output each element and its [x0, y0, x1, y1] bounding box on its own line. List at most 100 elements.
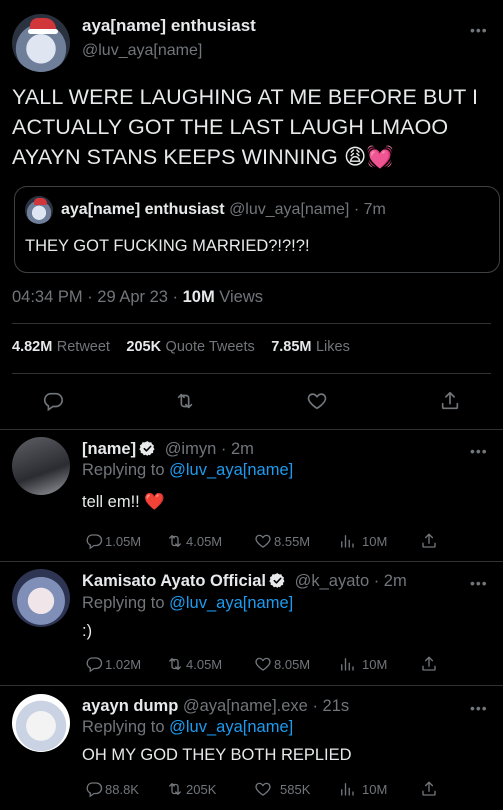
retweet-action[interactable]: 205K [166, 780, 216, 798]
view-count: 10M [362, 533, 388, 549]
reply-display-name[interactable]: [name] [82, 440, 136, 458]
divider [0, 561, 503, 562]
retweet-icon [166, 655, 184, 673]
retweet-count: 205K [186, 781, 217, 797]
replying-to: Replying to @luv_aya[name] [82, 461, 293, 480]
reply-action[interactable]: 1.05M [85, 532, 141, 550]
share-icon[interactable] [439, 390, 461, 417]
quotes-count[interactable]: 205K [126, 339, 161, 355]
reply-action[interactable]: 88.8K [85, 780, 139, 798]
reply-icon[interactable] [42, 390, 64, 417]
tweet-text: YALL WERE LAUGHING AT ME BEFORE BUT I AC… [12, 82, 498, 172]
share-icon [420, 655, 438, 673]
divider [12, 323, 491, 324]
divider [0, 685, 503, 686]
quoted-text: THEY GOT FUCKING MARRIED?!?!?! [25, 237, 310, 255]
author-handle[interactable]: @luv_aya[name] [82, 42, 202, 60]
more-options-icon[interactable]: ••• [470, 443, 488, 459]
quoted-display-name: aya[name] enthusiast [61, 201, 225, 218]
share-action[interactable] [420, 532, 440, 550]
reply-count: 1.02M [105, 656, 142, 672]
likes-label[interactable]: Likes [316, 339, 350, 355]
more-options-icon[interactable]: ••• [470, 22, 488, 38]
reply-text: :) [82, 622, 93, 640]
reply-time: · 21s [307, 697, 350, 715]
quoted-author-avatar [25, 196, 53, 224]
author-display-name[interactable]: aya[name] enthusiast [82, 16, 256, 36]
quoted-handle: @luv_aya[name] [229, 201, 350, 218]
replying-to: Replying to @luv_aya[name] [82, 718, 293, 737]
retweet-icon[interactable] [174, 390, 196, 417]
author-avatar[interactable] [12, 14, 70, 72]
divider [12, 373, 491, 374]
replying-to-link[interactable]: @luv_aya[name] [169, 718, 293, 736]
replying-to: Replying to @luv_aya[name] [82, 594, 293, 613]
views-icon [338, 780, 356, 798]
like-action[interactable]: 8.55M [254, 532, 310, 550]
tweet-timestamp[interactable]: 04:34 PM · 29 Apr 23 · [12, 288, 183, 306]
reply-avatar[interactable] [12, 437, 70, 495]
views-action[interactable]: 10M [338, 655, 387, 673]
quotes-label[interactable]: Quote Tweets [166, 339, 255, 355]
reply-time: · 2m [216, 440, 254, 458]
views-action[interactable]: 10M [338, 532, 387, 550]
reply-avatar[interactable] [12, 694, 70, 752]
views-label: Views [214, 288, 264, 306]
replying-prefix: Replying to [82, 718, 170, 736]
share-action[interactable] [420, 780, 440, 798]
like-count: 8.05M [274, 656, 311, 672]
retweet-icon [166, 532, 184, 550]
reply-time: · 2m [369, 572, 407, 590]
like-icon[interactable] [306, 390, 328, 417]
view-count: 10M [362, 781, 388, 797]
reply-count: 88.8K [105, 781, 139, 797]
replying-to-link[interactable]: @luv_aya[name] [169, 461, 293, 479]
views-action[interactable]: 10M [338, 780, 387, 798]
tweet-emoji: 😩💓 [343, 145, 394, 169]
share-icon [420, 780, 438, 798]
views-icon [338, 655, 356, 673]
like-action[interactable]: 585K [254, 780, 310, 798]
like-count: 8.55M [274, 533, 311, 549]
reply-handle[interactable]: @aya[name].exe [183, 697, 308, 715]
reply-handle[interactable]: @k_ayato [295, 572, 370, 590]
view-count: 10M [362, 656, 388, 672]
retweets-label[interactable]: Retweet [57, 339, 110, 355]
reply-avatar[interactable] [12, 569, 70, 627]
reply-text: tell em!! ❤️ [82, 493, 165, 511]
like-icon [254, 655, 272, 673]
reply-display-name[interactable]: ayayn dump [82, 697, 178, 715]
reply-count: 1.05M [105, 533, 142, 549]
more-options-icon[interactable]: ••• [470, 700, 488, 716]
retweet-action[interactable]: 4.05M [166, 532, 222, 550]
retweets-count[interactable]: 4.82M [12, 339, 52, 355]
reply-handle[interactable]: @imyn [165, 440, 217, 458]
reply-display-name[interactable]: Kamisato Ayato Official [82, 572, 266, 590]
share-action[interactable] [420, 655, 440, 673]
more-options-icon[interactable]: ••• [470, 575, 488, 591]
quoted-header: aya[name] enthusiast @luv_aya[name] · 7m [61, 201, 386, 219]
likes-count[interactable]: 7.85M [271, 339, 311, 355]
reply-header: ayayn dump @aya[name].exe · 21s [82, 697, 349, 716]
reply-action[interactable]: 1.02M [85, 655, 141, 673]
views-icon [338, 532, 356, 550]
replying-to-link[interactable]: @luv_aya[name] [169, 594, 293, 612]
replying-prefix: Replying to [82, 594, 170, 612]
like-action[interactable]: 8.05M [254, 655, 310, 673]
stats-row: 4.82M Retweet 205K Quote Tweets 7.85M Li… [12, 338, 350, 356]
reply-icon [85, 780, 103, 798]
reply-header: Kamisato Ayato Official @k_ayato · 2m [82, 572, 407, 591]
reply-icon [85, 655, 103, 673]
like-icon [254, 532, 272, 550]
share-icon [420, 532, 438, 550]
retweet-icon [166, 780, 184, 798]
quoted-tweet-card[interactable]: aya[name] enthusiast @luv_aya[name] · 7m… [14, 186, 500, 273]
reply-header: [name] @imyn · 2m [82, 440, 254, 459]
divider [0, 429, 503, 430]
reply-icon [85, 532, 103, 550]
retweet-action[interactable]: 4.05M [166, 655, 222, 673]
tweet-text-body: YALL WERE LAUGHING AT ME BEFORE BUT I AC… [12, 85, 479, 169]
like-icon [254, 780, 272, 798]
quoted-time: · 7m [349, 201, 386, 218]
replying-prefix: Replying to [82, 461, 170, 479]
